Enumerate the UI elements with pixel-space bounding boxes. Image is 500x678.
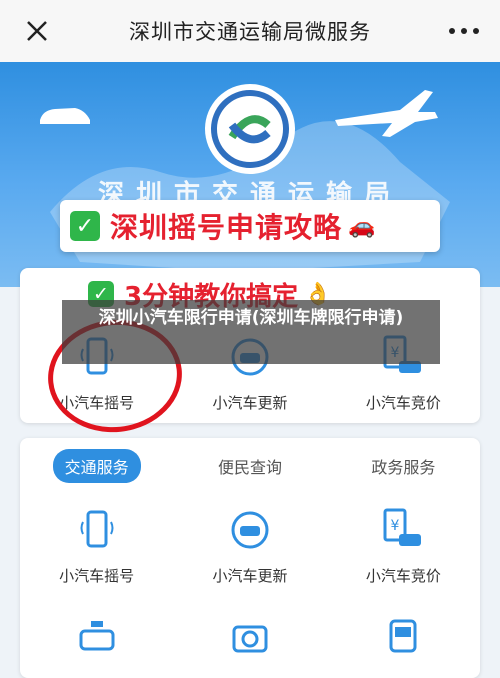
tab-government[interactable]: 政务服务: [327, 450, 480, 482]
more-menu-icon[interactable]: [446, 22, 482, 40]
airplane-icon: [335, 90, 438, 137]
article-title-overlay: 深圳小汽车限行申请(深圳车牌限行申请): [62, 300, 440, 364]
services-row-2: [20, 612, 480, 662]
tab-label: 政务服务: [371, 458, 436, 477]
service-label: 小汽车竞价: [365, 394, 441, 412]
car-refresh-icon: [225, 505, 275, 555]
service-tabs: 交通服务 便民查询 政务服务: [20, 449, 480, 483]
bus-icon: [378, 612, 428, 662]
service-bid[interactable]: ¥ 小汽车竞价: [327, 505, 480, 586]
service-camera[interactable]: [173, 612, 326, 662]
service-label: 小汽车摇号: [59, 567, 135, 585]
top-nav-bar: 深圳市交通运输局微服务: [0, 0, 500, 63]
yen-car-icon: ¥: [378, 505, 428, 555]
guide-banner[interactable]: ✓ 深圳摇号申请攻略 🚗: [60, 200, 440, 252]
service-bus[interactable]: [327, 612, 480, 662]
svg-text:¥: ¥: [391, 518, 400, 534]
page-title: 深圳市交通运输局微服务: [129, 20, 371, 44]
camera-icon: [225, 612, 275, 662]
service-label: 小汽车竞价: [365, 567, 441, 585]
service-renew[interactable]: 小汽车更新: [173, 505, 326, 586]
tab-transport[interactable]: 交通服务: [20, 449, 173, 483]
tab-convenience[interactable]: 便民查询: [173, 450, 326, 482]
tab-label: 交通服务: [52, 449, 141, 483]
hero-banner: 深圳市交通运输局 ✓ 深圳摇号申请攻略 🚗: [0, 62, 500, 287]
service-taxi[interactable]: [20, 612, 173, 662]
close-icon[interactable]: [22, 16, 52, 46]
tab-label: 便民查询: [217, 458, 282, 477]
agency-logo: [205, 84, 295, 174]
taxi-icon: [72, 612, 122, 662]
car-icon: [40, 108, 90, 124]
service-label: 小汽车更新: [212, 394, 288, 412]
service-label: 小汽车更新: [212, 567, 288, 585]
guide-banner-text: 深圳摇号申请攻略: [110, 211, 343, 244]
services-row: 小汽车摇号 小汽车更新 ¥ 小汽车竞价: [20, 505, 480, 586]
red-car-icon: 🚗: [348, 213, 376, 239]
phone-icon: [72, 505, 122, 555]
checkmark-icon: ✓: [70, 211, 100, 241]
service-lottery[interactable]: 小汽车摇号: [20, 505, 173, 586]
